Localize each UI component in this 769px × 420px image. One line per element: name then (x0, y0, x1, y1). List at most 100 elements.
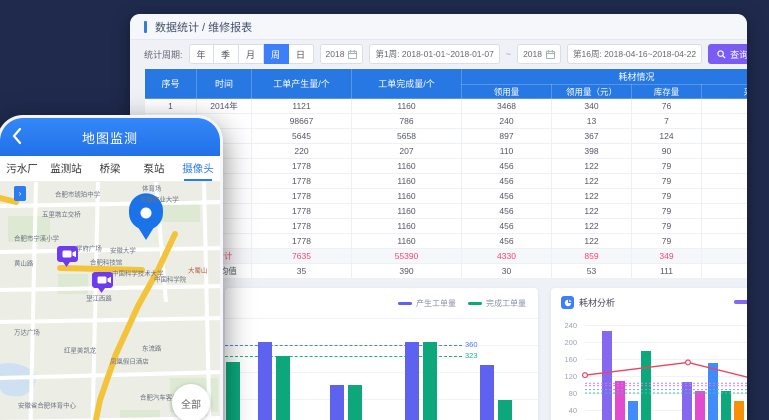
bar-completed (348, 385, 362, 420)
table-header-row: 序号时间工单产生量/个工单完成量/个耗材情况 (145, 69, 748, 85)
query-button-label: 查询 (730, 48, 747, 61)
consumable-bar (615, 381, 625, 420)
phone-tab-污水厂[interactable]: 污水厂 (0, 156, 44, 181)
end-week-input[interactable]: 第16周: 2018-04-16~2018-04-22 (567, 44, 702, 64)
all-button-label: 全部 (181, 396, 201, 411)
column-header: 工单产生量/个 (252, 69, 352, 99)
table-cell: 5645 (252, 129, 352, 144)
breadcrumb-accent (144, 21, 147, 33)
table-cell: 79 (632, 234, 702, 249)
table-cell: 79 (632, 219, 702, 234)
table-cell: 456 (462, 159, 552, 174)
map-label: 合肥市宁溪小学 (14, 234, 59, 243)
table-cell: 897 (462, 129, 552, 144)
phone-tab-监测站[interactable]: 监测站 (44, 156, 88, 181)
phone-mockup: 地图监测 污水厂监测站桥梁泵站摄像头 (0, 115, 223, 420)
table-row: 9866778624013769 (145, 114, 748, 129)
table-total-row: 合计763555390433085934933 (145, 249, 748, 264)
phone-header: 地图监测 (0, 118, 220, 156)
bar-completed (423, 342, 437, 420)
map-label: 东流路 (142, 344, 161, 353)
table-cell: 122 (552, 204, 632, 219)
map-all-button[interactable]: 全部 (172, 384, 210, 420)
bar-completed (226, 362, 240, 420)
map-label: 体育场 (142, 184, 161, 193)
table-cell: 129 (702, 129, 748, 144)
start-week-input[interactable]: 第1周: 2018-01-01~2018-01-07 (369, 44, 499, 64)
map-view[interactable]: 合肥市琥珀中学体育场安徽农业大学五里墩立交桥合肥市宁溪小学学府广场安徽大学合肥科… (0, 182, 220, 420)
table-cell: 122 (552, 219, 632, 234)
map-label: 合肥科技馆 (90, 258, 122, 267)
period-option-年[interactable]: 年 (189, 44, 214, 64)
map-expand-button[interactable]: › (14, 186, 26, 201)
table-cell: 122 (552, 234, 632, 249)
back-icon[interactable] (12, 127, 22, 145)
table-cell: 7635 (252, 249, 352, 264)
consumable-bar (721, 391, 731, 420)
map-label: 凤凰假日酒店 (110, 357, 149, 366)
table-cell: 456 (462, 219, 552, 234)
table-row: 2202071103989019 (145, 144, 748, 159)
table-cell: 456 (462, 204, 552, 219)
map-label: 安徽大学 (110, 246, 136, 255)
table-cell: 124 (632, 129, 702, 144)
map-label: 黄山路 (14, 259, 33, 268)
gridline (585, 325, 747, 326)
start-week-value: 第1周: 2018-01-01~2018-01-07 (375, 48, 493, 60)
gridline (225, 318, 538, 319)
period-segmented-control: 年季月周日 (189, 44, 314, 64)
report-table-wrap: 序号时间工单产生量/个工单完成量/个耗材情况领用量领用量（元）库存量采购量120… (144, 68, 747, 279)
period-option-日[interactable]: 日 (289, 44, 314, 64)
map-label: 安徽农业大学 (140, 195, 179, 204)
column-header: 时间 (197, 69, 252, 99)
phone-tab-摄像头[interactable]: 摄像头 (176, 156, 220, 181)
y-axis-tick: 40 (555, 406, 577, 415)
table-cell: 1778 (252, 204, 352, 219)
table-cell: 111 (632, 264, 702, 279)
reference-line-label: 323 (465, 351, 478, 360)
table-cell: 1121 (252, 99, 352, 114)
phone-tab-桥梁[interactable]: 桥梁 (88, 156, 132, 181)
bar-generated (258, 342, 272, 420)
table-cell: 3468 (462, 99, 552, 114)
group-header: 耗材情况 (462, 69, 748, 85)
map-label: 大蜀山 (188, 266, 207, 275)
period-option-周[interactable]: 周 (264, 44, 289, 64)
table-row: 12014年11211160346834076250 (145, 99, 748, 114)
table-cell: 367 (552, 129, 632, 144)
table-cell: 1778 (252, 234, 352, 249)
map-label: 中国科学院 (154, 275, 186, 284)
table-cell: 90 (632, 144, 702, 159)
end-year-select[interactable]: 2018 (517, 44, 561, 64)
start-year-select[interactable]: 2018 (320, 44, 364, 64)
bar-completed (498, 400, 512, 420)
table-row: 177811604561227967 (145, 219, 748, 234)
y-axis-tick: 200 (555, 338, 577, 347)
table-cell: 7 (632, 114, 702, 129)
period-option-月[interactable]: 月 (239, 44, 264, 64)
map-label: 五里墩立交桥 (42, 210, 81, 219)
table-cell: 456 (462, 174, 552, 189)
end-year-value: 2018 (523, 49, 542, 59)
table-cell: 5658 (352, 129, 462, 144)
consumable-bar (708, 363, 718, 420)
reference-line-label: 360 (465, 340, 478, 349)
period-option-季[interactable]: 季 (214, 44, 239, 64)
table-cell: 456 (462, 234, 552, 249)
table-cell: 1 (145, 99, 197, 114)
consumable-bar-chart: 2402001601208040 (551, 288, 747, 420)
column-header: 工单完成量/个 (352, 69, 462, 99)
period-label: 统计周期: (144, 48, 183, 61)
table-cell: 250 (702, 99, 748, 114)
query-button[interactable]: 查询 (708, 44, 747, 64)
sub-column-header: 采购量 (702, 85, 748, 99)
breadcrumb-bar: 数据统计 / 维修报表 (130, 14, 747, 40)
breadcrumb: 数据统计 / 维修报表 (155, 19, 252, 35)
map-label: 万达广场 (14, 328, 40, 337)
search-icon (717, 50, 726, 59)
bar-generated (405, 342, 419, 420)
table-cell: 35 (252, 264, 352, 279)
consumable-bar (734, 401, 744, 420)
bar-generated (480, 365, 494, 420)
phone-tab-泵站[interactable]: 泵站 (132, 156, 176, 181)
